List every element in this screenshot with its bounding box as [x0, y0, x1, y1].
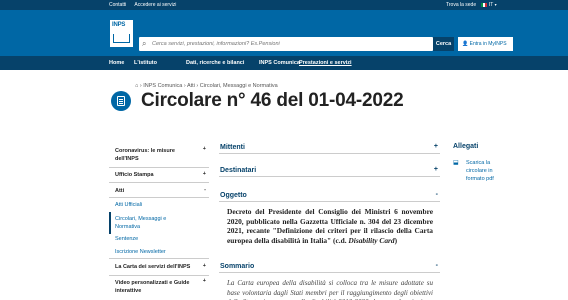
sidebar-item-video[interactable]: Video personalizzati e Guide interattive…	[109, 276, 209, 300]
sidebar-item-label: Atti	[115, 188, 125, 194]
expand-icon[interactable]: +	[434, 143, 438, 150]
logo-text: INPS	[112, 22, 126, 28]
logo-mark	[113, 34, 130, 43]
user-icon: 👤	[462, 41, 469, 47]
sidebar-item-label: Iscrizione Newsletter	[115, 249, 166, 255]
search-button[interactable]: Cerca	[433, 37, 454, 51]
download-icon: ⬓	[453, 160, 459, 166]
top-utility-bar: Contatti Accedere ai servizi Trova la se…	[0, 0, 568, 10]
expand-icon[interactable]: +	[434, 166, 438, 173]
sidebar-item-label: Atti Ufficiali	[115, 202, 143, 208]
sidebar-item-ufficio-stampa[interactable]: Ufficio Stampa +	[109, 168, 209, 183]
section-title: Oggetto	[220, 192, 247, 199]
collapse-icon[interactable]: -	[436, 191, 438, 198]
section-oggetto[interactable]: Oggetto -	[219, 191, 440, 202]
sidebar-item-label: Ufficio Stampa	[115, 172, 154, 178]
site-header: INPS ⌕ Cerca 👤 Entra in MyINPS	[0, 10, 568, 56]
trova-sede-link[interactable]: Trova la sede	[446, 2, 476, 8]
sidebar-item-sentenze[interactable]: Sentenze	[109, 234, 209, 246]
sidebar-item-label: La Carta dei servizi dell'INPS	[115, 264, 191, 270]
oggetto-end: )	[394, 235, 398, 245]
home-icon[interactable]: ⌂	[135, 83, 138, 89]
nav-item-inps-comunica[interactable]: INPS Comunica	[259, 60, 300, 66]
section-title: Sommario	[220, 263, 255, 270]
chevron-down-icon: ▾	[494, 2, 497, 7]
sommario-text: La Carta europea della disabilità si col…	[227, 279, 433, 300]
nav-item-dati[interactable]: Dati, ricerche e bilanci	[186, 60, 244, 66]
section-title: Mittenti	[220, 144, 245, 151]
collapse-icon[interactable]: -	[436, 262, 438, 269]
sidebar-item-coronavirus[interactable]: Coronavirus: le misure dell'INPS +	[109, 144, 209, 168]
flag-icon	[480, 2, 487, 7]
login-button[interactable]: 👤 Entra in MyINPS	[458, 37, 513, 51]
oggetto-text: Decreto del Presidente del Consiglio dei…	[227, 207, 433, 245]
search-input[interactable]	[152, 39, 427, 49]
breadcrumb: ⌂ › INPS Comunica › Atti › Circolari, Me…	[135, 83, 278, 89]
sidebar-item-atti-ufficiali[interactable]: Atti Ufficiali	[109, 198, 209, 212]
breadcrumb-item[interactable]: Atti	[187, 83, 195, 89]
page-title: Circolare n° 46 del 01-04-2022	[141, 90, 404, 111]
sidebar-item-label: Coronavirus: le misure dell'INPS	[115, 148, 175, 162]
language-select[interactable]: IT	[489, 2, 493, 8]
sidebar-item-newsletter[interactable]: Iscrizione Newsletter	[109, 246, 209, 259]
accedere-servizi-link[interactable]: Accedere ai servizi	[134, 2, 176, 8]
expand-icon[interactable]: +	[203, 171, 206, 177]
breadcrumb-item[interactable]: INPS Comunica	[143, 83, 182, 89]
search-icon: ⌕	[142, 39, 147, 48]
sidebar-item-label: Sentenze	[115, 236, 139, 242]
inps-logo[interactable]: INPS	[109, 19, 134, 48]
main-nav: Home L'istituto Dati, ricerche e bilanci…	[0, 56, 568, 70]
section-destinatari[interactable]: Destinatari +	[219, 166, 440, 177]
allegato-label: Scarica la circolare in formato pdf	[466, 160, 494, 182]
sidebar-item-circolari[interactable]: Circolari, Messaggi e Normativa	[109, 212, 209, 234]
expand-icon[interactable]: +	[203, 146, 206, 152]
breadcrumb-item[interactable]: Circolari, Messaggi e Normativa	[200, 83, 278, 89]
nav-item-home[interactable]: Home	[109, 60, 124, 66]
nav-item-prestazioni[interactable]: Prestazioni e servizi	[299, 60, 352, 66]
sidebar-item-label: Circolari, Messaggi e Normativa	[115, 216, 167, 230]
section-sommario[interactable]: Sommario -	[219, 262, 440, 273]
sidebar-item-atti[interactable]: Atti -	[109, 183, 209, 198]
collapse-icon[interactable]: -	[204, 187, 206, 193]
sidebar-item-label: Video personalizzati e Guide interattive	[115, 280, 190, 294]
search-box: ⌕	[139, 37, 433, 51]
expand-icon[interactable]: +	[203, 278, 206, 284]
oggetto-main: Decreto del Presidente del Consiglio dei…	[227, 207, 433, 245]
allegati-title: Allegati	[453, 143, 479, 150]
sidebar-item-carta-servizi[interactable]: La Carta dei servizi dell'INPS +	[109, 259, 209, 276]
section-title: Destinatari	[220, 167, 257, 174]
nav-item-istituto[interactable]: L'istituto	[134, 60, 157, 66]
expand-icon[interactable]: +	[203, 263, 206, 269]
section-mittenti[interactable]: Mittenti +	[219, 143, 440, 154]
contatti-link[interactable]: Contatti	[109, 2, 126, 8]
oggetto-italic: Disability Card	[348, 235, 395, 245]
document-icon	[111, 91, 131, 111]
login-label: Entra in MyINPS	[469, 41, 507, 47]
